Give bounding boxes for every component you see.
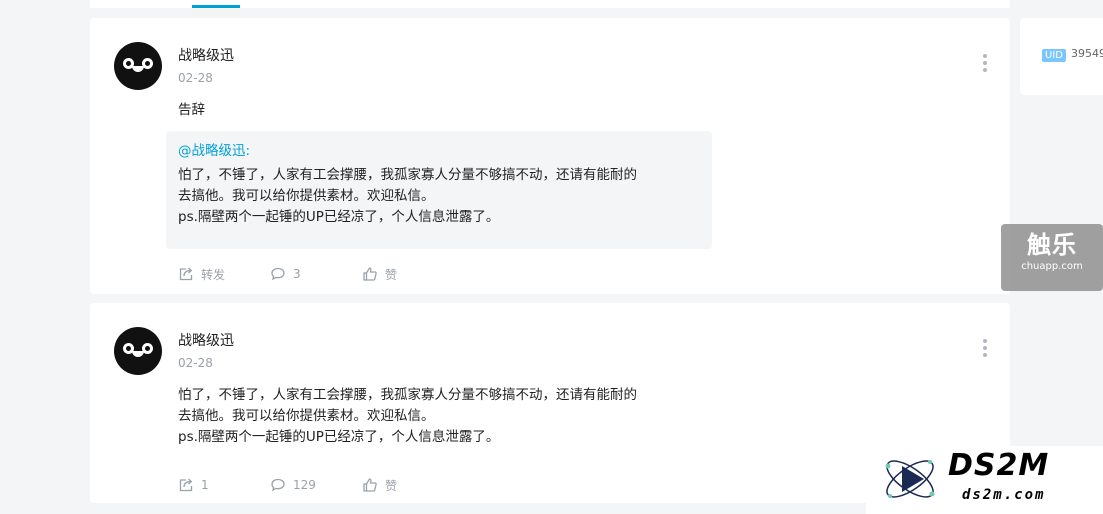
post-date[interactable]: 02-28: [178, 356, 213, 370]
username[interactable]: 战略级迅: [178, 45, 234, 65]
quoted-author-mention[interactable]: @战略级迅:: [178, 141, 700, 161]
share-button[interactable]: 转发: [178, 266, 270, 283]
more-options-icon[interactable]: [982, 54, 988, 72]
share-icon: [179, 478, 193, 492]
share-label: 转发: [201, 267, 226, 282]
uid-badge: UID: [1042, 49, 1066, 62]
chuapp-url: chuapp.com: [1021, 261, 1083, 272]
comment-icon: [271, 267, 285, 281]
like-button[interactable]: 赞: [362, 266, 397, 283]
like-label: 赞: [385, 478, 398, 493]
quoted-post[interactable]: @战略级迅: 怕了，不锤了，人家有工会撑腰，我孤家寡人分量不够搞不动，还请有能耐…: [166, 131, 712, 249]
ds2m-url: ds2m.com: [962, 487, 1046, 503]
chuapp-logo-text: 触乐: [1027, 231, 1077, 259]
ds2m-logo-text: DS2M: [948, 448, 1050, 483]
post-actions: 转发 3 赞: [178, 264, 397, 284]
comment-count: 129: [293, 478, 316, 492]
post-date[interactable]: 02-28: [178, 71, 213, 85]
feed-card: 战略级迅 02-28 告辞 @战略级迅: 怕了，不锤了，人家有工会撑腰，我孤家寡…: [90, 18, 1010, 294]
uid-value: 39549: [1071, 47, 1103, 60]
username[interactable]: 战略级迅: [178, 330, 234, 350]
share-button[interactable]: 1: [178, 477, 270, 493]
more-options-icon[interactable]: [982, 339, 988, 357]
comment-button[interactable]: 3: [270, 266, 362, 282]
top-nav-strip: [90, 0, 1010, 8]
avatar[interactable]: [114, 42, 162, 90]
avatar-beak: [132, 66, 144, 72]
ds2m-logo-icon: [885, 460, 935, 498]
active-tab-indicator: [192, 5, 240, 8]
comment-icon: [271, 478, 285, 492]
profile-side-card: UID 39549: [1020, 18, 1103, 95]
post-actions: 1 129 赞: [178, 475, 397, 495]
like-label: 赞: [385, 267, 398, 282]
share-icon: [179, 267, 193, 281]
share-count: 1: [201, 478, 209, 492]
comment-button[interactable]: 129: [270, 477, 362, 493]
thumbs-up-icon: [363, 267, 377, 281]
like-button[interactable]: 赞: [362, 477, 397, 494]
chuapp-watermark: 触乐 chuapp.com: [1001, 224, 1103, 291]
avatar[interactable]: [114, 327, 162, 375]
avatar-beak: [132, 351, 144, 357]
comment-count: 3: [293, 267, 301, 281]
quoted-text: 怕了，不锤了，人家有工会撑腰，我孤家寡人分量不够搞不动，还请有能耐的 去搞他。我…: [178, 167, 637, 225]
ds2m-watermark: DS2M ds2m.com: [866, 446, 1103, 514]
post-text: 怕了，不锤了，人家有工会撑腰，我孤家寡人分量不够搞不动，还请有能耐的 去搞他。我…: [178, 387, 637, 445]
thumbs-up-icon: [363, 478, 377, 492]
post-text: 告辞: [178, 102, 205, 118]
